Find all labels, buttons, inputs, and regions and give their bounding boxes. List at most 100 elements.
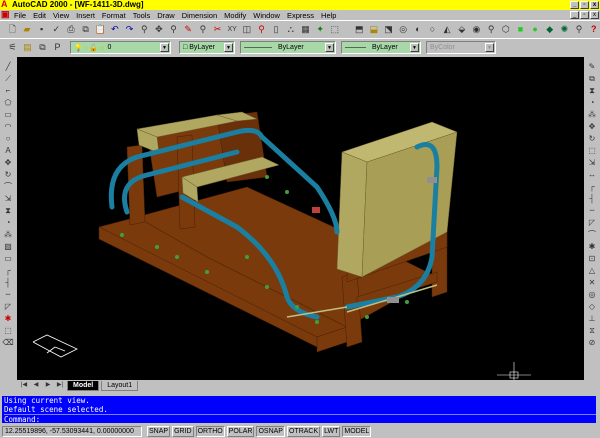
model-toggle[interactable]: MODEL xyxy=(342,426,372,437)
materials-icon[interactable]: ◆ xyxy=(543,23,556,36)
undo-icon[interactable]: ↶ xyxy=(109,23,122,36)
snap-midpoint-icon[interactable]: △ xyxy=(586,265,598,276)
scale-icon[interactable]: ⬚ xyxy=(586,145,598,156)
scene-icon[interactable]: ⚲ xyxy=(573,23,586,36)
arc-icon[interactable]: ◠ xyxy=(2,121,14,132)
snap-center-icon[interactable]: ◎ xyxy=(586,289,598,300)
design-center-icon[interactable]: ⛬ xyxy=(284,23,297,36)
zoom-previous-icon[interactable]: ⚲ xyxy=(167,23,180,36)
menu-tools[interactable]: Tools xyxy=(133,11,151,20)
document-icon[interactable]: ▣ xyxy=(1,10,10,19)
rotate-icon[interactable]: ↻ xyxy=(2,169,14,180)
trim-icon[interactable]: ┌ xyxy=(2,265,14,276)
lengthen-icon[interactable]: ↔ xyxy=(586,169,598,180)
move-icon[interactable]: ✥ xyxy=(586,121,598,132)
explode-icon[interactable]: ✱ xyxy=(2,313,14,324)
break-icon[interactable]: ╌ xyxy=(586,205,598,216)
scale-icon[interactable]: ⬚ xyxy=(2,325,14,336)
layer-previous-icon[interactable]: ⧉ xyxy=(36,41,49,54)
hatch-icon[interactable]: ▨ xyxy=(2,241,14,252)
flat-shade-icon[interactable]: ■ xyxy=(514,23,527,36)
grid-toggle[interactable]: GRID xyxy=(172,426,194,437)
menu-file[interactable]: File xyxy=(14,11,26,20)
menu-draw[interactable]: Draw xyxy=(157,11,175,20)
doc-restore-button[interactable]: ▫ xyxy=(580,11,589,19)
mirror-icon[interactable]: ⧗ xyxy=(586,85,598,96)
hyperlink-icon[interactable]: ✦ xyxy=(314,23,327,36)
copy-icon[interactable]: ⧉ xyxy=(79,23,92,36)
help-icon[interactable]: ? xyxy=(587,23,600,36)
hide-icon[interactable]: ○ xyxy=(426,23,439,36)
doc-close-button[interactable]: x xyxy=(590,11,599,19)
menu-modify[interactable]: Modify xyxy=(224,11,246,20)
match-properties-icon[interactable]: ✎ xyxy=(182,23,195,36)
fillet-icon[interactable]: ⌒ xyxy=(586,229,598,240)
properties-icon[interactable]: ▦ xyxy=(299,23,312,36)
extrude-icon[interactable]: ⬒ xyxy=(353,23,366,36)
tab-model[interactable]: Model xyxy=(67,380,100,391)
snap-intersection-icon[interactable]: ✕ xyxy=(586,277,598,288)
stretch-icon[interactable]: ⇲ xyxy=(586,157,598,168)
render-icon[interactable]: ⬙ xyxy=(455,23,468,36)
open-icon[interactable]: ▰ xyxy=(21,23,34,36)
circle-icon[interactable]: ○ xyxy=(2,133,14,144)
zoom-realtime-icon[interactable]: ⚲ xyxy=(138,23,151,36)
menu-view[interactable]: View xyxy=(53,11,69,20)
next-tab-icon[interactable]: ▶ xyxy=(43,381,53,390)
revolve-icon[interactable]: ⬓ xyxy=(368,23,381,36)
zoom-window-icon[interactable]: ⚲ xyxy=(197,23,210,36)
print-icon[interactable]: ⎙ xyxy=(65,23,78,36)
orbit-icon[interactable]: ◎ xyxy=(397,23,410,36)
menu-edit[interactable]: Edit xyxy=(33,11,46,20)
doc-minimize-button[interactable]: _ xyxy=(570,11,579,19)
chamfer-icon[interactable]: ◸ xyxy=(586,217,598,228)
shade-icon[interactable]: ◭ xyxy=(441,23,454,36)
distance-icon[interactable]: ◫ xyxy=(241,23,254,36)
lwt-toggle[interactable]: LWT xyxy=(322,426,341,437)
move-icon[interactable]: ✥ xyxy=(2,157,14,168)
snap-none-icon[interactable]: ⊘ xyxy=(586,337,598,348)
new-icon[interactable]: 🗋 xyxy=(6,23,19,36)
slice-icon[interactable]: ⬔ xyxy=(382,23,395,36)
snap-perpendicular-icon[interactable]: ⊥ xyxy=(586,313,598,324)
xline-icon[interactable]: ⟋ xyxy=(2,73,14,84)
lights-icon[interactable]: ✺ xyxy=(558,23,571,36)
minimize-button[interactable]: _ xyxy=(570,1,579,9)
offset-icon[interactable]: ◔ xyxy=(2,217,14,228)
paste-icon[interactable]: 📋 xyxy=(94,23,107,36)
calculator-icon[interactable]: ▯ xyxy=(270,23,283,36)
ucs-icon[interactable]: XY xyxy=(226,23,239,36)
save-icon[interactable]: ▪ xyxy=(35,23,48,36)
offset-icon[interactable]: ◔ xyxy=(586,97,598,108)
extend-icon[interactable]: ┤ xyxy=(586,193,598,204)
ortho-toggle[interactable]: ORTHO xyxy=(195,426,225,437)
otrack-toggle[interactable]: OTRACK xyxy=(286,426,321,437)
box-icon[interactable]: ⬡ xyxy=(499,23,512,36)
first-tab-icon[interactable]: |◀ xyxy=(19,381,29,390)
break-icon[interactable]: ╌ xyxy=(2,289,14,300)
line-icon[interactable]: ╱ xyxy=(2,61,14,72)
snap-nearest-icon[interactable]: ⧖ xyxy=(586,325,598,336)
linetype-dropdown[interactable]: ———— ByLayer ▼ xyxy=(240,41,336,54)
named-views-icon[interactable]: ⚲ xyxy=(485,23,498,36)
polyline-icon[interactable]: ⌐ xyxy=(2,85,14,96)
zoom-icon[interactable]: ⚲ xyxy=(255,23,268,36)
snap-endpoint-icon[interactable]: ⊡ xyxy=(586,253,598,264)
chamfer-icon[interactable]: ◸ xyxy=(2,301,14,312)
cut-icon[interactable]: ✂ xyxy=(211,23,224,36)
lineweight-dropdown[interactable]: ——— ByLayer ▼ xyxy=(341,41,421,54)
close-button[interactable]: x xyxy=(590,1,599,9)
polygon-icon[interactable]: ⬠ xyxy=(2,97,14,108)
prev-tab-icon[interactable]: ◀ xyxy=(31,381,41,390)
mirror-icon[interactable]: ⧗ xyxy=(2,205,14,216)
rectangle-icon[interactable]: ▭ xyxy=(2,109,14,120)
gouraud-icon[interactable]: ● xyxy=(529,23,542,36)
snap-toggle[interactable]: SNAP xyxy=(147,426,171,437)
menu-format[interactable]: Format xyxy=(102,11,126,20)
drawing-canvas[interactable] xyxy=(17,57,584,380)
explode-icon[interactable]: ✱ xyxy=(586,241,598,252)
spellcheck-icon[interactable]: ✓ xyxy=(50,23,63,36)
command-prompt[interactable]: Command: xyxy=(4,414,596,424)
p-label[interactable]: P xyxy=(51,41,64,54)
menu-window[interactable]: Window xyxy=(253,11,280,20)
